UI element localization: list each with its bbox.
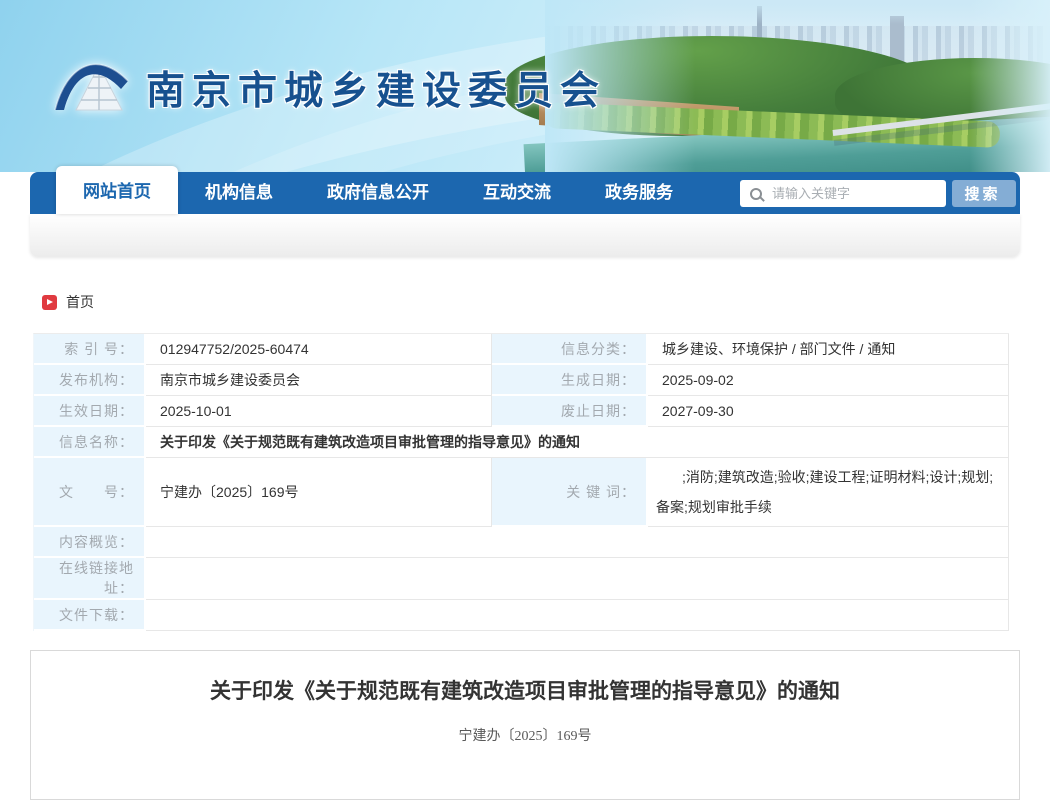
keywords-value: ;消防;建筑改造;验收;建设工程;证明材料;设计;规划;备案;规划审批手续 <box>648 458 1009 527</box>
nav-tab-interaction[interactable]: 互动交流 <box>456 172 578 214</box>
table-row: 生效日期： 2025-10-01 废止日期： 2027-09-30 <box>34 396 1009 427</box>
search-input[interactable] <box>770 185 930 202</box>
publisher-value: 南京市城乡建设委员会 <box>146 365 492 396</box>
effective-date-label: 生效日期： <box>34 396 146 427</box>
article-doc-number: 宁建办〔2025〕169号 <box>31 725 1019 745</box>
online-link-label: 在线链接地址： <box>34 558 146 600</box>
info-name-value: 关于印发《关于规范既有建筑改造项目审批管理的指导意见》的通知 <box>146 427 1009 458</box>
nav-tab-org-info[interactable]: 机构信息 <box>178 172 300 214</box>
table-row: 文 号： 宁建办〔2025〕169号 关 键 词： ;消防;建筑改造;验收;建设… <box>34 458 1009 527</box>
article-box: 关于印发《关于规范既有建筑改造项目审批管理的指导意见》的通知 宁建办〔2025〕… <box>30 650 1020 800</box>
expiry-date-value: 2027-09-30 <box>648 396 1009 427</box>
nav-card: 网站首页 机构信息 政府信息公开 互动交流 政务服务 搜索 <box>30 172 1020 257</box>
search-icon <box>750 188 762 200</box>
category-value: 城乡建设、环境保护 / 部门文件 / 通知 <box>648 334 1009 365</box>
document-info-table: 索 引 号： 012947752/2025-60474 信息分类： 城乡建设、环… <box>33 333 1009 631</box>
effective-date-value: 2025-10-01 <box>146 396 492 427</box>
table-row: 文件下载： <box>34 600 1009 631</box>
keywords-label: 关 键 词： <box>492 458 648 527</box>
main-nav: 网站首页 机构信息 政府信息公开 互动交流 政务服务 搜索 <box>30 172 1020 214</box>
banner-photo <box>545 0 1050 172</box>
download-label: 文件下载： <box>34 600 146 631</box>
info-name-label: 信息名称： <box>34 427 146 458</box>
table-row: 发布机构： 南京市城乡建设委员会 生成日期： 2025-09-02 <box>34 365 1009 396</box>
table-row: 信息名称： 关于印发《关于规范既有建筑改造项目审批管理的指导意见》的通知 <box>34 427 1009 458</box>
summary-label: 内容概览： <box>34 527 146 558</box>
site-title: 南京市城乡建设委员会 <box>146 60 606 116</box>
site-banner: 南京市城乡建设委员会 <box>0 0 1050 172</box>
created-date-label: 生成日期： <box>492 365 648 396</box>
online-link-value <box>146 558 1009 600</box>
publisher-label: 发布机构： <box>34 365 146 396</box>
index-no-label: 索 引 号： <box>34 334 146 365</box>
summary-value <box>146 527 1009 558</box>
search-button[interactable]: 搜索 <box>952 180 1016 207</box>
doc-no-label: 文 号： <box>34 458 146 527</box>
nav-tab-gov-info-disclosure[interactable]: 政府信息公开 <box>300 172 456 214</box>
nav-tab-gov-services[interactable]: 政务服务 <box>578 172 700 214</box>
nav-tab-home[interactable]: 网站首页 <box>56 166 178 214</box>
site-logo-icon <box>52 48 140 123</box>
search-box: 搜索 <box>740 180 1016 207</box>
table-row: 内容概览： <box>34 527 1009 558</box>
nav-subpanel <box>30 214 1020 257</box>
doc-no-value: 宁建办〔2025〕169号 <box>146 458 492 527</box>
table-row: 索 引 号： 012947752/2025-60474 信息分类： 城乡建设、环… <box>34 334 1009 365</box>
page: 南京市城乡建设委员会 网站首页 机构信息 政府信息公开 互动交流 政务服务 搜索 <box>0 0 1050 800</box>
category-label: 信息分类： <box>492 334 648 365</box>
expiry-date-label: 废止日期： <box>492 396 648 427</box>
home-icon <box>42 295 57 310</box>
index-no-value: 012947752/2025-60474 <box>146 334 492 365</box>
search-input-wrap <box>740 180 946 207</box>
download-value <box>146 600 1009 631</box>
article-title: 关于印发《关于规范既有建筑改造项目审批管理的指导意见》的通知 <box>31 675 1019 705</box>
breadcrumb-home-link[interactable]: 首页 <box>66 292 94 312</box>
table-row: 在线链接地址： <box>34 558 1009 600</box>
breadcrumb: 首页 <box>42 292 1020 312</box>
created-date-value: 2025-09-02 <box>648 365 1009 396</box>
